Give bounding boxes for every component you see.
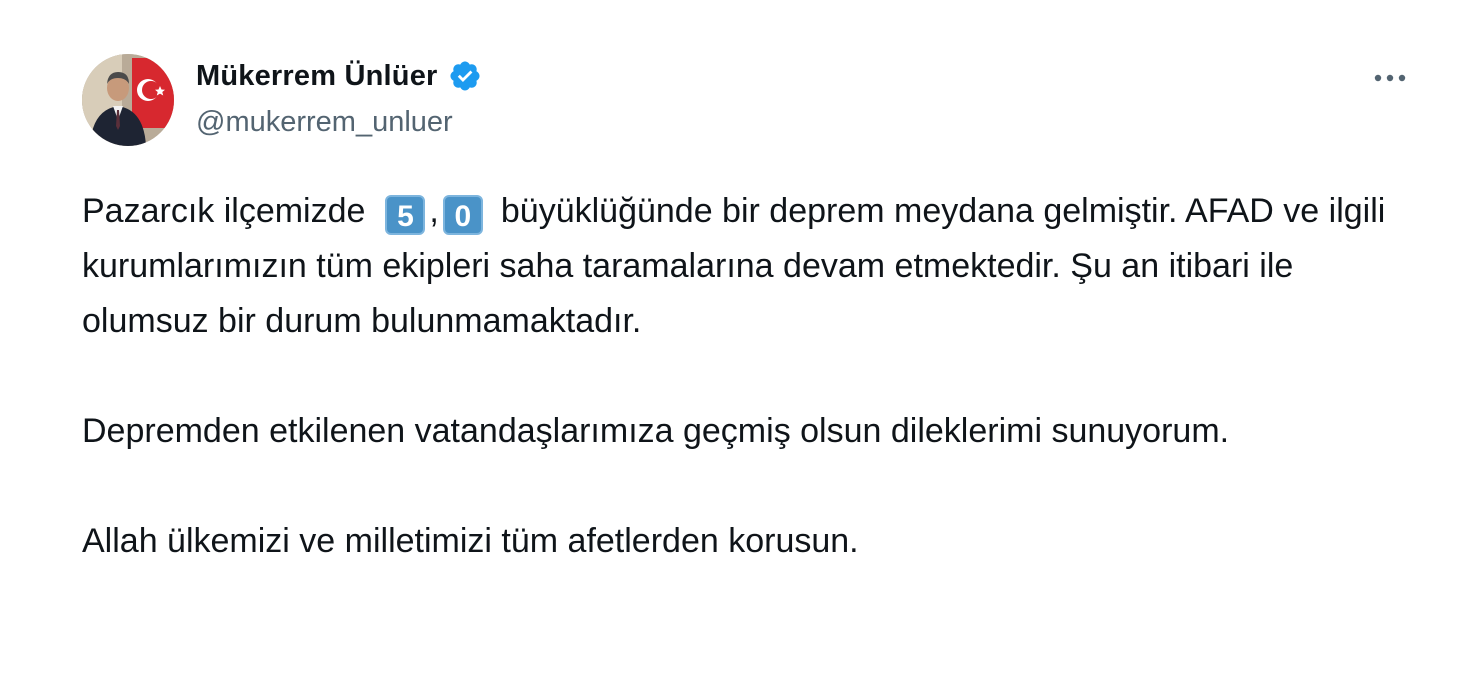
author-display-name[interactable]: Mükerrem Ünlüer <box>196 60 438 93</box>
tweet-paragraph-2: Depremden etkilenen vatandaşlarımıza geç… <box>82 412 1230 450</box>
tweet-paragraph-3: Allah ülkemizi ve milletimizi tüm afetle… <box>82 522 859 560</box>
author-handle[interactable]: @mukerrem_unluer <box>196 106 453 139</box>
keycap-digit-5-icon: 5 <box>385 195 426 235</box>
author-name-row: Mükerrem Ünlüer <box>196 56 482 96</box>
verified-badge-icon[interactable] <box>448 59 482 93</box>
more-options-icon <box>1374 74 1406 82</box>
more-options-button[interactable] <box>1366 60 1414 96</box>
profile-photo-icon <box>82 54 174 146</box>
magnitude-separator: , <box>429 192 439 230</box>
tweet-text: Pazarcık ilçemizde 5, 0 büyüklüğünde bir de… <box>82 184 1422 569</box>
tweet-card: Mükerrem Ünlüer @mukerrem_unluer Pazarcı… <box>0 0 1484 675</box>
tweet-paragraph-1: Pazarcık ilçemizde 5, 0 büyüklüğünde bir de… <box>82 184 1422 349</box>
tweet-text-intro: Pazarcık ilçemizde <box>82 192 366 230</box>
avatar[interactable] <box>82 54 174 146</box>
keycap-digit-0-icon: 0 <box>442 195 483 235</box>
